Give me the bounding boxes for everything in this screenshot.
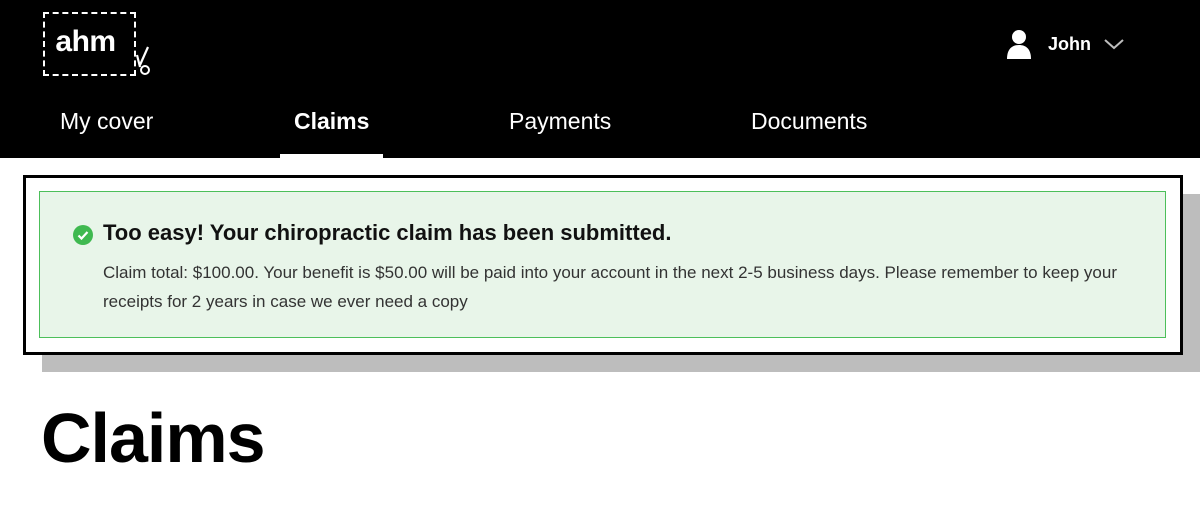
user-name: John [1048,33,1091,54]
tab-payments[interactable]: Payments [509,96,611,158]
notification-title: Too easy! Your chiropractic claim has be… [103,220,672,245]
success-notification: Too easy! Your chiropractic claim has be… [23,175,1183,355]
scissors-icon [135,46,150,75]
success-notification-panel: Too easy! Your chiropractic claim has be… [39,191,1166,338]
ahm-logo[interactable]: ahm [43,12,136,76]
page-title: Claims [41,399,266,477]
active-tab-indicator [280,154,383,158]
logo-text: ahm [55,25,116,58]
user-menu[interactable]: John [1006,28,1125,60]
tab-my-cover[interactable]: My cover [60,96,153,158]
tab-claims[interactable]: Claims [294,96,369,158]
check-circle-icon [73,225,93,245]
tab-documents[interactable]: Documents [751,96,867,158]
top-header: ahm John My cover Claims Payments Docume… [0,0,1200,158]
chevron-down-icon [1104,39,1124,50]
user-icon [1007,30,1031,59]
notification-message: Claim total: $100.00. Your benefit is $5… [103,263,1117,311]
